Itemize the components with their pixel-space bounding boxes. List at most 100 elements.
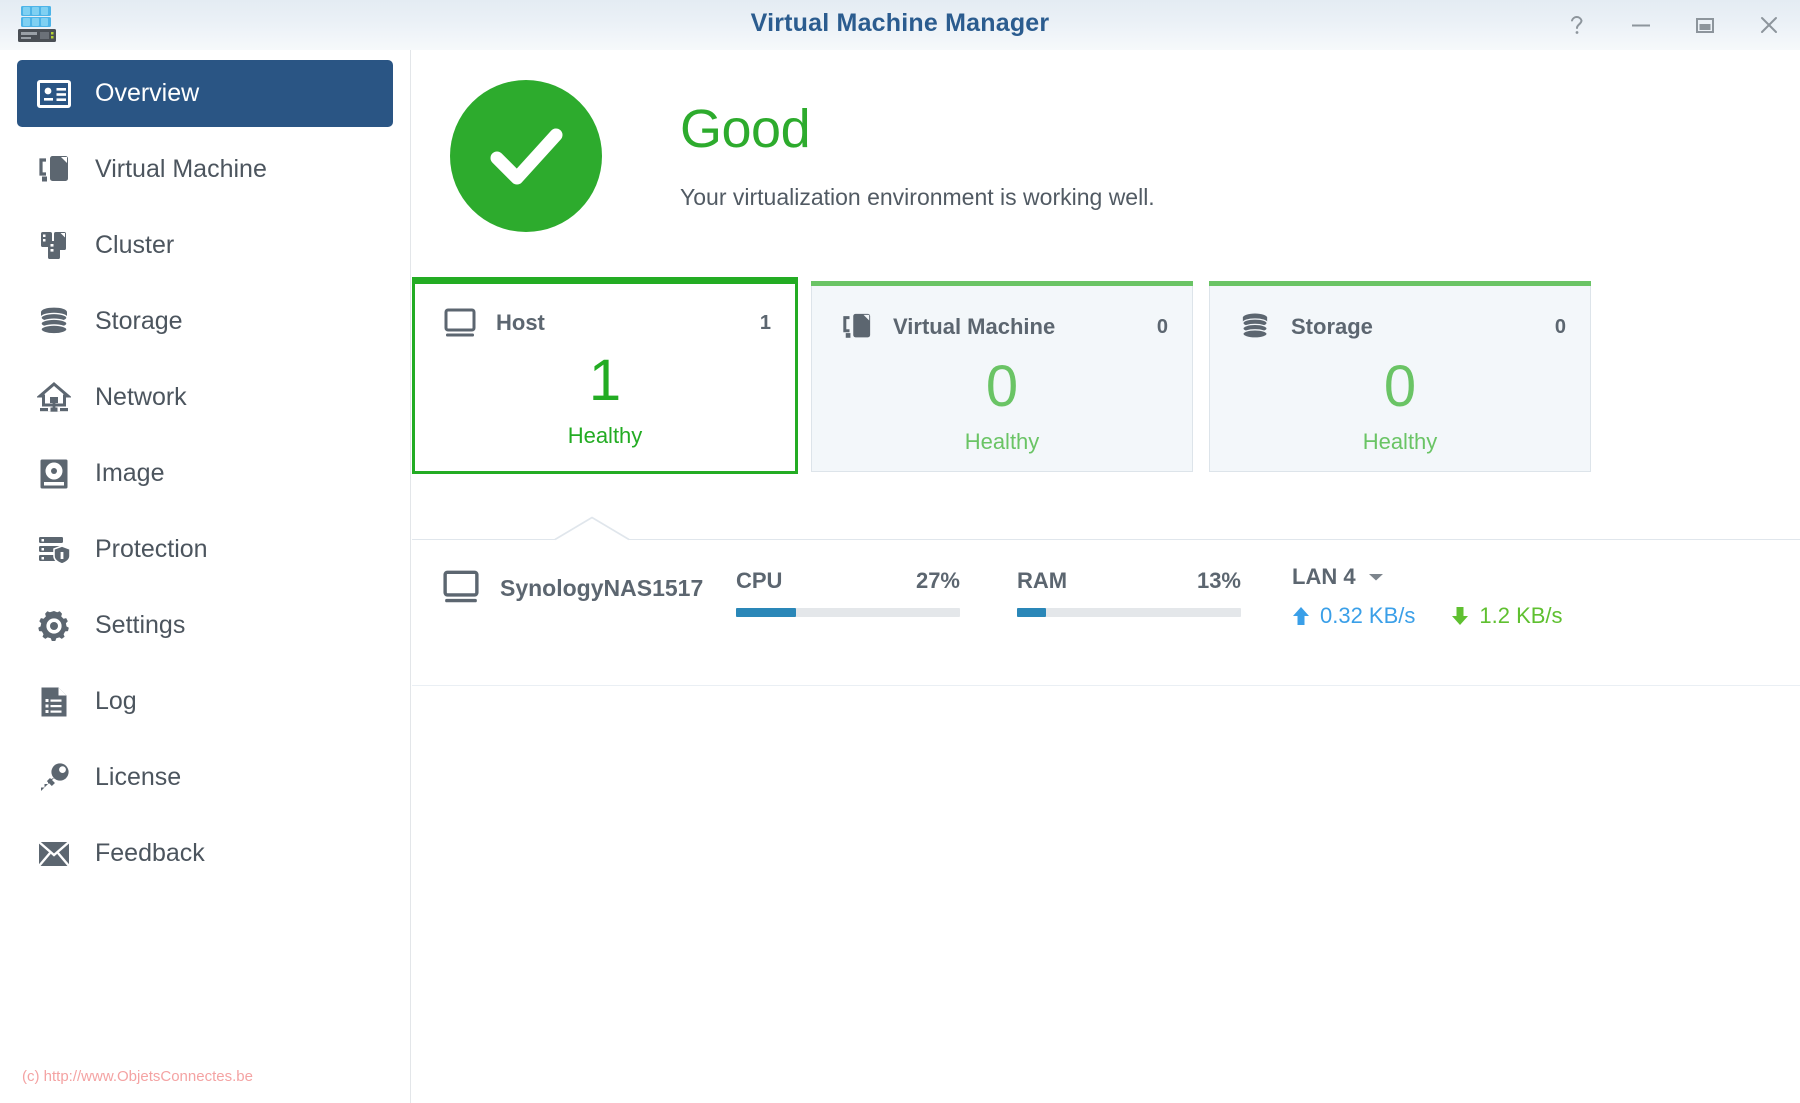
sidebar-item-label: Virtual Machine <box>95 155 267 183</box>
card-header: Virtual Machine 0 <box>840 310 1168 344</box>
sidebar-item-protection[interactable]: Protection <box>17 516 393 583</box>
sidebar-item-feedback[interactable]: Feedback <box>17 820 393 887</box>
card-status-label: Healthy <box>1362 429 1438 454</box>
sidebar-item-label: Feedback <box>95 839 205 867</box>
close-button[interactable] <box>1756 12 1782 38</box>
virtual-machine-icon <box>840 310 874 344</box>
host-row-bottom-divider <box>412 685 1800 686</box>
summary-card-virtual-machine[interactable]: Virtual Machine 0 0 Healthy <box>811 281 1193 472</box>
summary-card-host[interactable]: Host 1 1 Healthy <box>412 277 798 474</box>
selection-caret-divider <box>412 516 1800 544</box>
card-header: Storage 0 <box>1238 310 1566 344</box>
sidebar-item-virtual-machine[interactable]: Virtual Machine <box>17 136 393 203</box>
card-header: Host 1 <box>443 306 771 340</box>
key-icon <box>34 758 74 798</box>
monitor-icon <box>442 570 480 608</box>
cpu-metric: CPU 27% <box>736 568 960 617</box>
checkmark-circle-icon <box>450 80 602 232</box>
maximize-button[interactable] <box>1692 12 1718 38</box>
card-count: 1 <box>759 311 771 334</box>
ram-label: RAM <box>1017 568 1068 593</box>
sidebar-item-label: Image <box>95 459 165 487</box>
log-document-icon <box>34 682 74 722</box>
status-subtitle: Your virtualization environment is worki… <box>680 184 1155 211</box>
lan-rates: 0.32 KB/s 1.2 KB/s <box>1292 603 1563 629</box>
card-big-value: 1 <box>588 348 622 413</box>
help-button[interactable] <box>1564 12 1590 38</box>
sidebar-item-label: License <box>95 763 182 791</box>
network-router-icon <box>34 378 74 418</box>
ram-progress-fill <box>1017 608 1047 617</box>
chevron-down-icon <box>1368 572 1384 582</box>
ram-metric: RAM 13% <box>1017 568 1241 617</box>
lan-block: LAN 4 0.32 KB/s 1.2 KB/s <box>1292 564 1563 629</box>
status-text-block: Good Your virtualization environment is … <box>680 98 1155 212</box>
image-disk-icon <box>34 454 74 494</box>
storage-database-icon <box>1238 310 1272 344</box>
card-big-value: 0 <box>985 354 1019 419</box>
watermark: (c) http://www.ObjetsConnectes.be <box>22 1068 253 1085</box>
title-bar: Virtual Machine Manager <box>0 0 1800 50</box>
summary-card-storage[interactable]: Storage 0 0 Healthy <box>1209 281 1591 472</box>
sidebar-item-network[interactable]: Network <box>17 364 393 431</box>
host-detail-row[interactable]: SynologyNAS1517 CPU 27% RAM 13% LAN 4 0.… <box>412 560 1800 650</box>
sidebar: Overview Virtual Machine Cluster Storage… <box>0 50 411 1103</box>
vmm-window: Virtual Machine Manager Overview Virtual… <box>0 0 1800 1103</box>
card-title: Host <box>496 310 545 335</box>
card-title: Virtual Machine <box>893 314 1056 339</box>
sidebar-item-overview[interactable]: Overview <box>17 60 393 127</box>
arrow-up-icon <box>1292 606 1310 626</box>
card-accent-bar <box>811 281 1193 286</box>
ram-progress-track <box>1017 608 1241 617</box>
envelope-icon <box>34 834 74 874</box>
caret-up-icon <box>554 516 630 541</box>
monitor-icon <box>443 306 477 340</box>
overall-status: Good Your virtualization environment is … <box>450 80 1155 232</box>
window-controls <box>1564 0 1782 50</box>
main-content: Good Your virtualization environment is … <box>412 50 1800 1103</box>
lan-label: LAN 4 <box>1292 564 1356 589</box>
summary-cards: Host 1 1 Healthy Virtual Machine 0 0 Hea… <box>412 277 1800 476</box>
upload-rate: 0.32 KB/s <box>1292 603 1415 629</box>
window-title: Virtual Machine Manager <box>750 9 1050 37</box>
storage-database-icon <box>34 302 74 342</box>
card-title: Storage <box>1291 314 1373 339</box>
cpu-metric-head: CPU 27% <box>736 568 960 594</box>
ram-metric-head: RAM 13% <box>1017 568 1241 594</box>
sidebar-item-image[interactable]: Image <box>17 440 393 507</box>
overview-card-icon <box>34 74 74 114</box>
divider-line-right <box>629 539 1800 540</box>
card-status-label: Healthy <box>964 429 1040 454</box>
cpu-label: CPU <box>736 568 783 593</box>
sidebar-item-label: Settings <box>95 611 186 639</box>
protection-shield-icon <box>34 530 74 570</box>
sidebar-item-label: Log <box>95 687 137 715</box>
sidebar-item-license[interactable]: License <box>17 744 393 811</box>
lan-selector[interactable]: LAN 4 <box>1292 564 1563 590</box>
minimize-button[interactable] <box>1628 12 1654 38</box>
card-accent-bar <box>1209 281 1591 286</box>
sidebar-item-label: Storage <box>95 307 183 335</box>
divider-line-left <box>412 539 555 540</box>
arrow-down-icon <box>1451 606 1469 626</box>
gear-icon <box>34 606 74 646</box>
cpu-value: 27% <box>915 568 960 593</box>
virtual-machine-icon <box>34 150 74 190</box>
cpu-progress-track <box>736 608 960 617</box>
card-status-label: Healthy <box>567 423 643 448</box>
sidebar-item-storage[interactable]: Storage <box>17 288 393 355</box>
sidebar-item-label: Network <box>95 383 187 411</box>
host-name: SynologyNAS1517 <box>500 575 704 601</box>
sidebar-item-label: Protection <box>95 535 208 563</box>
download-rate: 1.2 KB/s <box>1451 603 1563 629</box>
sidebar-item-cluster[interactable]: Cluster <box>17 212 393 279</box>
sidebar-item-label: Overview <box>95 79 200 107</box>
cluster-icon <box>34 226 74 266</box>
cpu-progress-fill <box>736 608 797 617</box>
sidebar-item-settings[interactable]: Settings <box>17 592 393 659</box>
sidebar-item-log[interactable]: Log <box>17 668 393 735</box>
status-title: Good <box>680 98 811 159</box>
card-big-value: 0 <box>1383 354 1417 419</box>
ram-value: 13% <box>1196 568 1241 593</box>
upload-rate-value: 0.32 KB/s <box>1320 603 1416 628</box>
